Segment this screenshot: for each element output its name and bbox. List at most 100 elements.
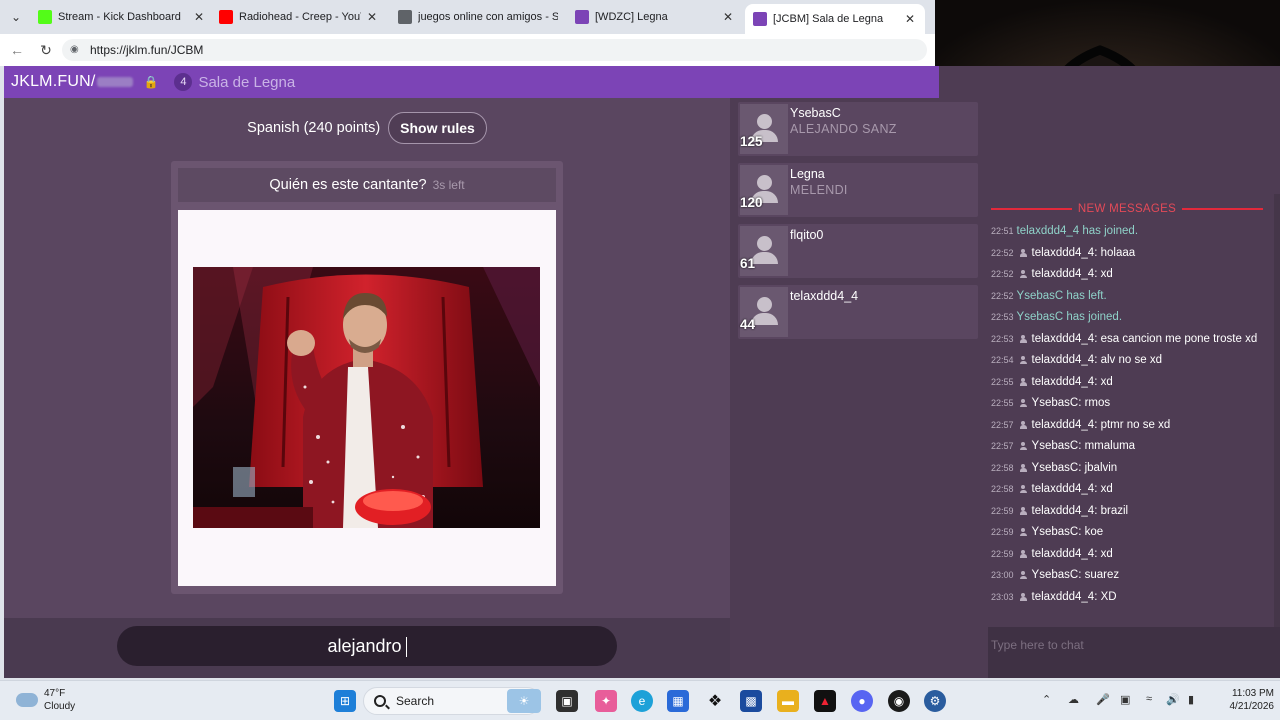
chat-timestamp: 23:00	[991, 570, 1014, 580]
chat-author[interactable]: telaxddd4_4	[1032, 483, 1095, 495]
chat-text: YsebasC has joined.	[1016, 311, 1123, 323]
chevron-up-icon[interactable]: ⌃	[1042, 693, 1051, 706]
jklm-app-icon[interactable]: ▩	[740, 690, 762, 712]
chat-input-placeholder: Type here to chat	[991, 638, 1084, 652]
user-icon	[1019, 463, 1027, 472]
player-card: 61 flqito0	[738, 224, 978, 278]
player-name: telaxddd4_4	[790, 289, 859, 303]
microphone-icon[interactable]: 🎤	[1096, 693, 1110, 706]
chat-timestamp: 22:51	[991, 226, 1014, 236]
jklm-page: JKLM.FUN/ 🔒 4 Sala de Legna Spanish (240…	[4, 66, 1280, 678]
chat-text: jbalvin	[1084, 461, 1118, 474]
copilot-icon[interactable]: ✦	[595, 690, 617, 712]
chat-author[interactable]: telaxddd4_4	[1032, 268, 1095, 280]
windows-start-icon[interactable]: ⊞	[334, 690, 356, 712]
chat-text: xd	[1100, 483, 1113, 495]
browser-tab[interactable]: [JCBM] Sala de Legna ✕	[745, 4, 925, 34]
chat-author[interactable]: YsebasC	[1032, 397, 1079, 409]
chat-text: alv no se xd	[1100, 354, 1162, 366]
chat-author[interactable]: telaxddd4_4	[1032, 419, 1095, 431]
chat-scrollbar[interactable]	[1274, 194, 1280, 627]
user-icon	[1019, 442, 1027, 450]
store-icon[interactable]: ▦	[667, 690, 689, 712]
chat-author[interactable]: telaxddd4_4	[1032, 333, 1095, 345]
answer-input[interactable]: alejandro	[117, 626, 617, 666]
chat-input[interactable]: Type here to chat	[988, 627, 1280, 678]
player-card: 44 telaxddd4_4	[738, 285, 978, 339]
site-info-icon[interactable]: ◉	[70, 44, 82, 56]
windows-taskbar: 47°F Cloudy ⊞ Search ☀ ▣ ✦ e ▦ ❖ ▩ ▬ ▲ ●…	[0, 680, 1280, 720]
chat-text: esa cancion me pone troste xd	[1100, 332, 1258, 345]
player-name: flqito0	[790, 228, 824, 242]
obs-icon[interactable]: ◉	[888, 690, 910, 712]
user-icon	[1019, 334, 1027, 343]
chat-author[interactable]: telaxddd4_4	[1032, 247, 1095, 259]
chat-timestamp: 22:55	[991, 398, 1014, 408]
chat-timestamp: 22:57	[991, 419, 1014, 430]
user-icon	[1019, 356, 1027, 364]
chat-author[interactable]: telaxddd4_4	[1032, 591, 1095, 603]
time-left: 3s left	[432, 178, 465, 192]
tab-title: [JCBM] Sala de Legna	[773, 13, 884, 25]
close-icon[interactable]: ✕	[721, 10, 735, 24]
chat-author[interactable]: YsebasC	[1032, 526, 1079, 538]
reload-icon[interactable]: ↻	[37, 41, 55, 59]
chat-message: 23:00 YsebasC: suarez	[991, 569, 1120, 581]
chat-author[interactable]: telaxddd4_4	[1032, 505, 1095, 517]
close-icon[interactable]: ✕	[903, 12, 917, 26]
chat-timestamp: 22:53	[991, 312, 1014, 322]
answer-input-text: alejandro	[327, 636, 402, 656]
site-logo[interactable]: JKLM.FUN/	[11, 73, 95, 91]
user-icon	[1019, 506, 1027, 515]
brave-icon[interactable]: ▲	[814, 690, 836, 712]
close-icon[interactable]: ✕	[192, 10, 206, 24]
user-icon	[1019, 571, 1027, 579]
user-icon	[1019, 528, 1027, 536]
user-icon	[1019, 485, 1027, 493]
volume-icon[interactable]: 🔊	[1166, 693, 1180, 706]
browser-tab[interactable]: juegos online con amigos - Se	[390, 4, 566, 30]
cloud-sync-icon[interactable]: ☁	[1068, 693, 1079, 706]
browser-tab[interactable]: [WDZC] Legna ✕	[567, 4, 743, 30]
display-icon[interactable]: ▣	[1120, 693, 1130, 706]
chat-text: mmaluma	[1084, 440, 1136, 452]
task-view-icon[interactable]: ▣	[556, 690, 578, 712]
player-score: 125	[740, 134, 763, 149]
back-arrow-icon[interactable]: ←	[8, 41, 26, 59]
steam-icon[interactable]: ⚙	[924, 690, 946, 712]
chat-author[interactable]: YsebasC	[1032, 569, 1079, 581]
close-icon[interactable]: ✕	[365, 10, 379, 24]
system-clock[interactable]: 11:03 PM 4/21/2026	[1210, 687, 1275, 713]
player-last-answer: MELENDI	[790, 183, 848, 197]
chat-author[interactable]: telaxddd4_4	[1032, 354, 1095, 366]
chat-author[interactable]: telaxddd4_4	[1032, 548, 1095, 560]
wifi-icon[interactable]: ≈	[1146, 693, 1152, 705]
dropbox-icon[interactable]: ❖	[704, 690, 726, 712]
chat-text: koe	[1084, 526, 1104, 538]
chat-author[interactable]: telaxddd4_4	[1032, 376, 1095, 388]
user-icon	[1019, 399, 1027, 407]
url-field[interactable]: ◉ https://jklm.fun/JCBM	[62, 39, 927, 61]
new-messages-label: NEW MESSAGES	[1077, 203, 1177, 215]
tab-search-chevron-icon[interactable]: ⌄	[6, 8, 26, 26]
show-rules-button[interactable]: Show rules	[388, 112, 487, 144]
clock-date: 4/21/2026	[1229, 701, 1275, 712]
battery-icon[interactable]: ▮	[1188, 693, 1194, 706]
file-explorer-icon[interactable]: ▬	[777, 690, 799, 712]
edge-icon[interactable]: e	[631, 690, 653, 712]
chat-message: 22:51 telaxddd4_4 has joined.	[991, 221, 1267, 243]
browser-tab[interactable]: Radiohead - Creep - YouTube ✕	[211, 4, 387, 30]
chat-author[interactable]: YsebasC	[1032, 462, 1079, 474]
question-card: Quién es este cantante? 3s left	[171, 161, 563, 594]
tab-title: [WDZC] Legna	[595, 11, 668, 23]
chat-text: XD	[1100, 590, 1117, 603]
jklm-icon	[575, 10, 589, 24]
browser-tab[interactable]: Stream - Kick Dashboard ✕	[30, 4, 214, 30]
chat-timestamp: 22:53	[991, 333, 1014, 344]
chat-author[interactable]: YsebasC	[1032, 440, 1079, 452]
discord-icon[interactable]: ●	[851, 690, 873, 712]
weather-widget[interactable]: 47°F Cloudy	[16, 687, 75, 713]
text-caret	[405, 637, 407, 658]
user-icon	[1019, 377, 1027, 386]
singer-photo	[193, 267, 540, 528]
